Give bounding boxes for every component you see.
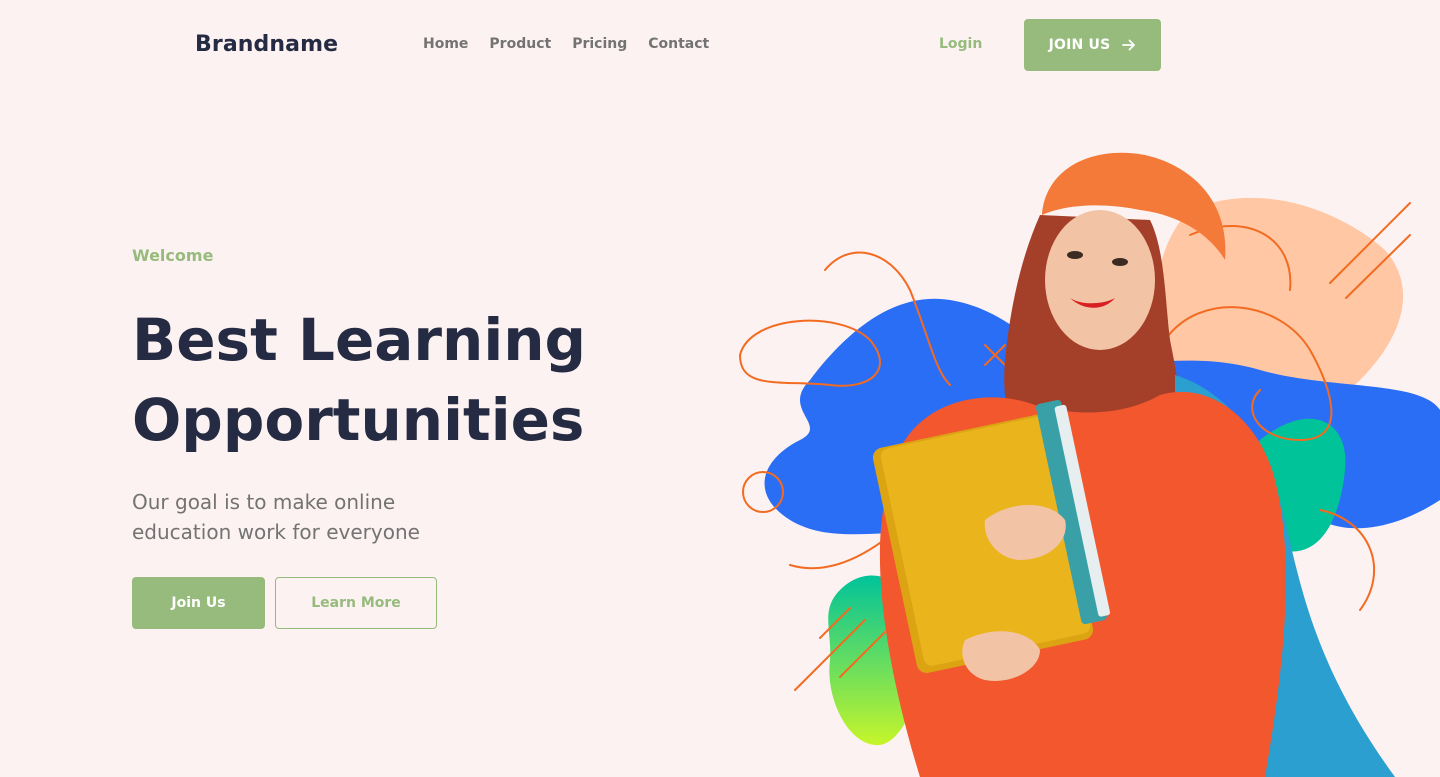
main-nav: Home Product Pricing Contact [423, 36, 730, 52]
brand-logo[interactable]: Brandname [195, 32, 338, 57]
nav-home[interactable]: Home [423, 36, 468, 52]
arrow-right-icon [1122, 39, 1136, 51]
join-us-header-button[interactable]: JOIN US [1024, 19, 1161, 71]
join-us-header-label: JOIN US [1048, 37, 1111, 53]
site-header: Brandname Home Product Pricing Contact L… [0, 0, 1440, 90]
nav-contact[interactable]: Contact [648, 36, 709, 52]
join-us-button[interactable]: Join Us [132, 577, 265, 629]
hero-illustration [720, 140, 1440, 777]
hero-title: Best Learning Opportunities [132, 300, 692, 460]
nav-pricing[interactable]: Pricing [572, 36, 627, 52]
hero-title-line-2: Opportunities [132, 386, 585, 454]
nav-product[interactable]: Product [489, 36, 551, 52]
login-link[interactable]: Login [939, 36, 982, 52]
hero-subtitle: Our goal is to make online education wor… [132, 490, 420, 544]
learn-more-button[interactable]: Learn More [275, 577, 437, 629]
hero-title-line-1: Best Learning [132, 306, 587, 374]
hero-eyebrow: Welcome [132, 246, 214, 265]
